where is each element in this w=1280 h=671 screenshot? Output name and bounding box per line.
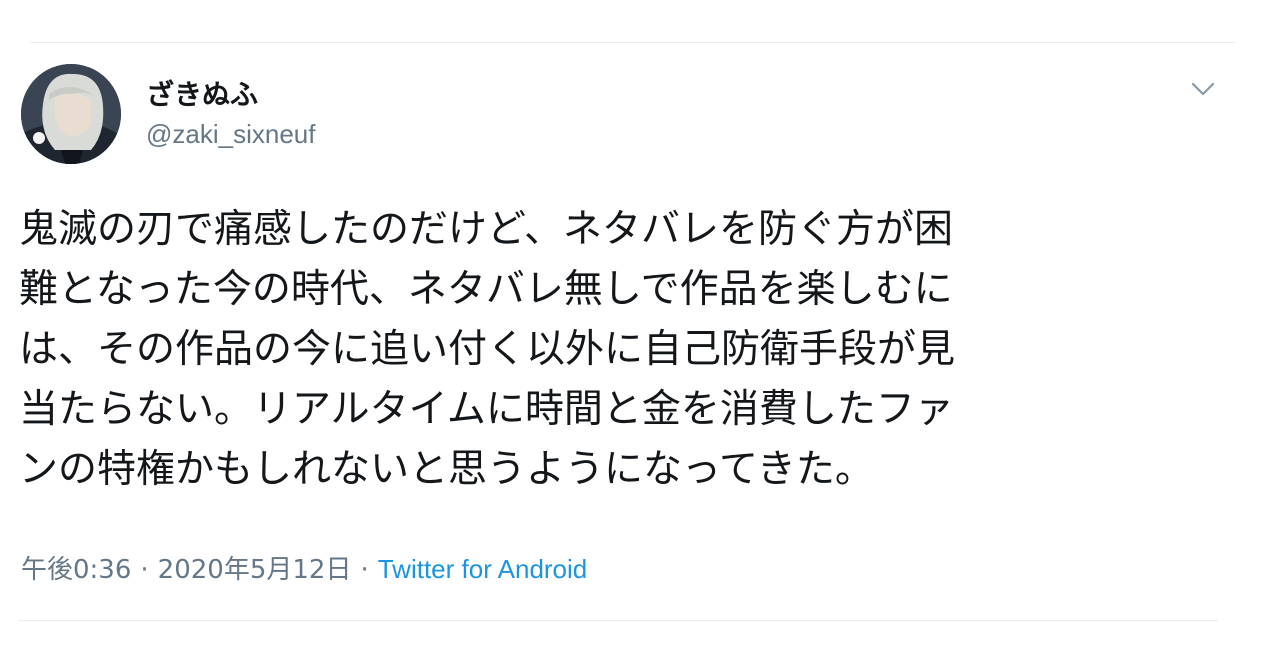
- meta-separator: ·: [140, 555, 149, 585]
- tweet-text-line: は、その作品の今に追い付く以外に自己防衛手段が見: [19, 327, 956, 372]
- tweet-text-line: 当たらない。リアルタイムに時間と金を消費したファ: [19, 387, 954, 432]
- tweet-text-line: 鬼滅の刃で痛感したのだけど、ネタバレを防ぐ方が困: [19, 207, 954, 252]
- meta-separator: ·: [360, 555, 369, 585]
- display-name[interactable]: ざきぬふ: [146, 78, 258, 112]
- tweet-time[interactable]: 午後0:36: [21, 555, 131, 585]
- tweet-metadata: 午後0:36 · 2020年5月12日 · Twitter for Android: [21, 551, 587, 588]
- tweet-menu-button[interactable]: [1186, 74, 1220, 104]
- tweet-text-line: 難となった今の時代、ネタバレ無しで作品を楽しむに: [19, 267, 953, 312]
- avatar[interactable]: [21, 64, 121, 164]
- tweet-source-link[interactable]: Twitter for Android: [378, 554, 588, 584]
- tweet-date[interactable]: 2020年5月12日: [158, 555, 352, 585]
- bottom-divider: [18, 620, 1218, 621]
- user-handle[interactable]: @zaki_sixneuf: [146, 118, 315, 150]
- tweet-text: 鬼滅の刃で痛感したのだけど、ネタバレを防ぐ方が困 難となった今の時代、ネタバレ無…: [19, 200, 1209, 500]
- top-divider: [30, 42, 1235, 43]
- chevron-down-icon: [1191, 82, 1215, 96]
- avatar-image: [21, 64, 121, 164]
- tweet-text-line: ンの特権かもしれないと思うようになってきた。: [19, 447, 874, 492]
